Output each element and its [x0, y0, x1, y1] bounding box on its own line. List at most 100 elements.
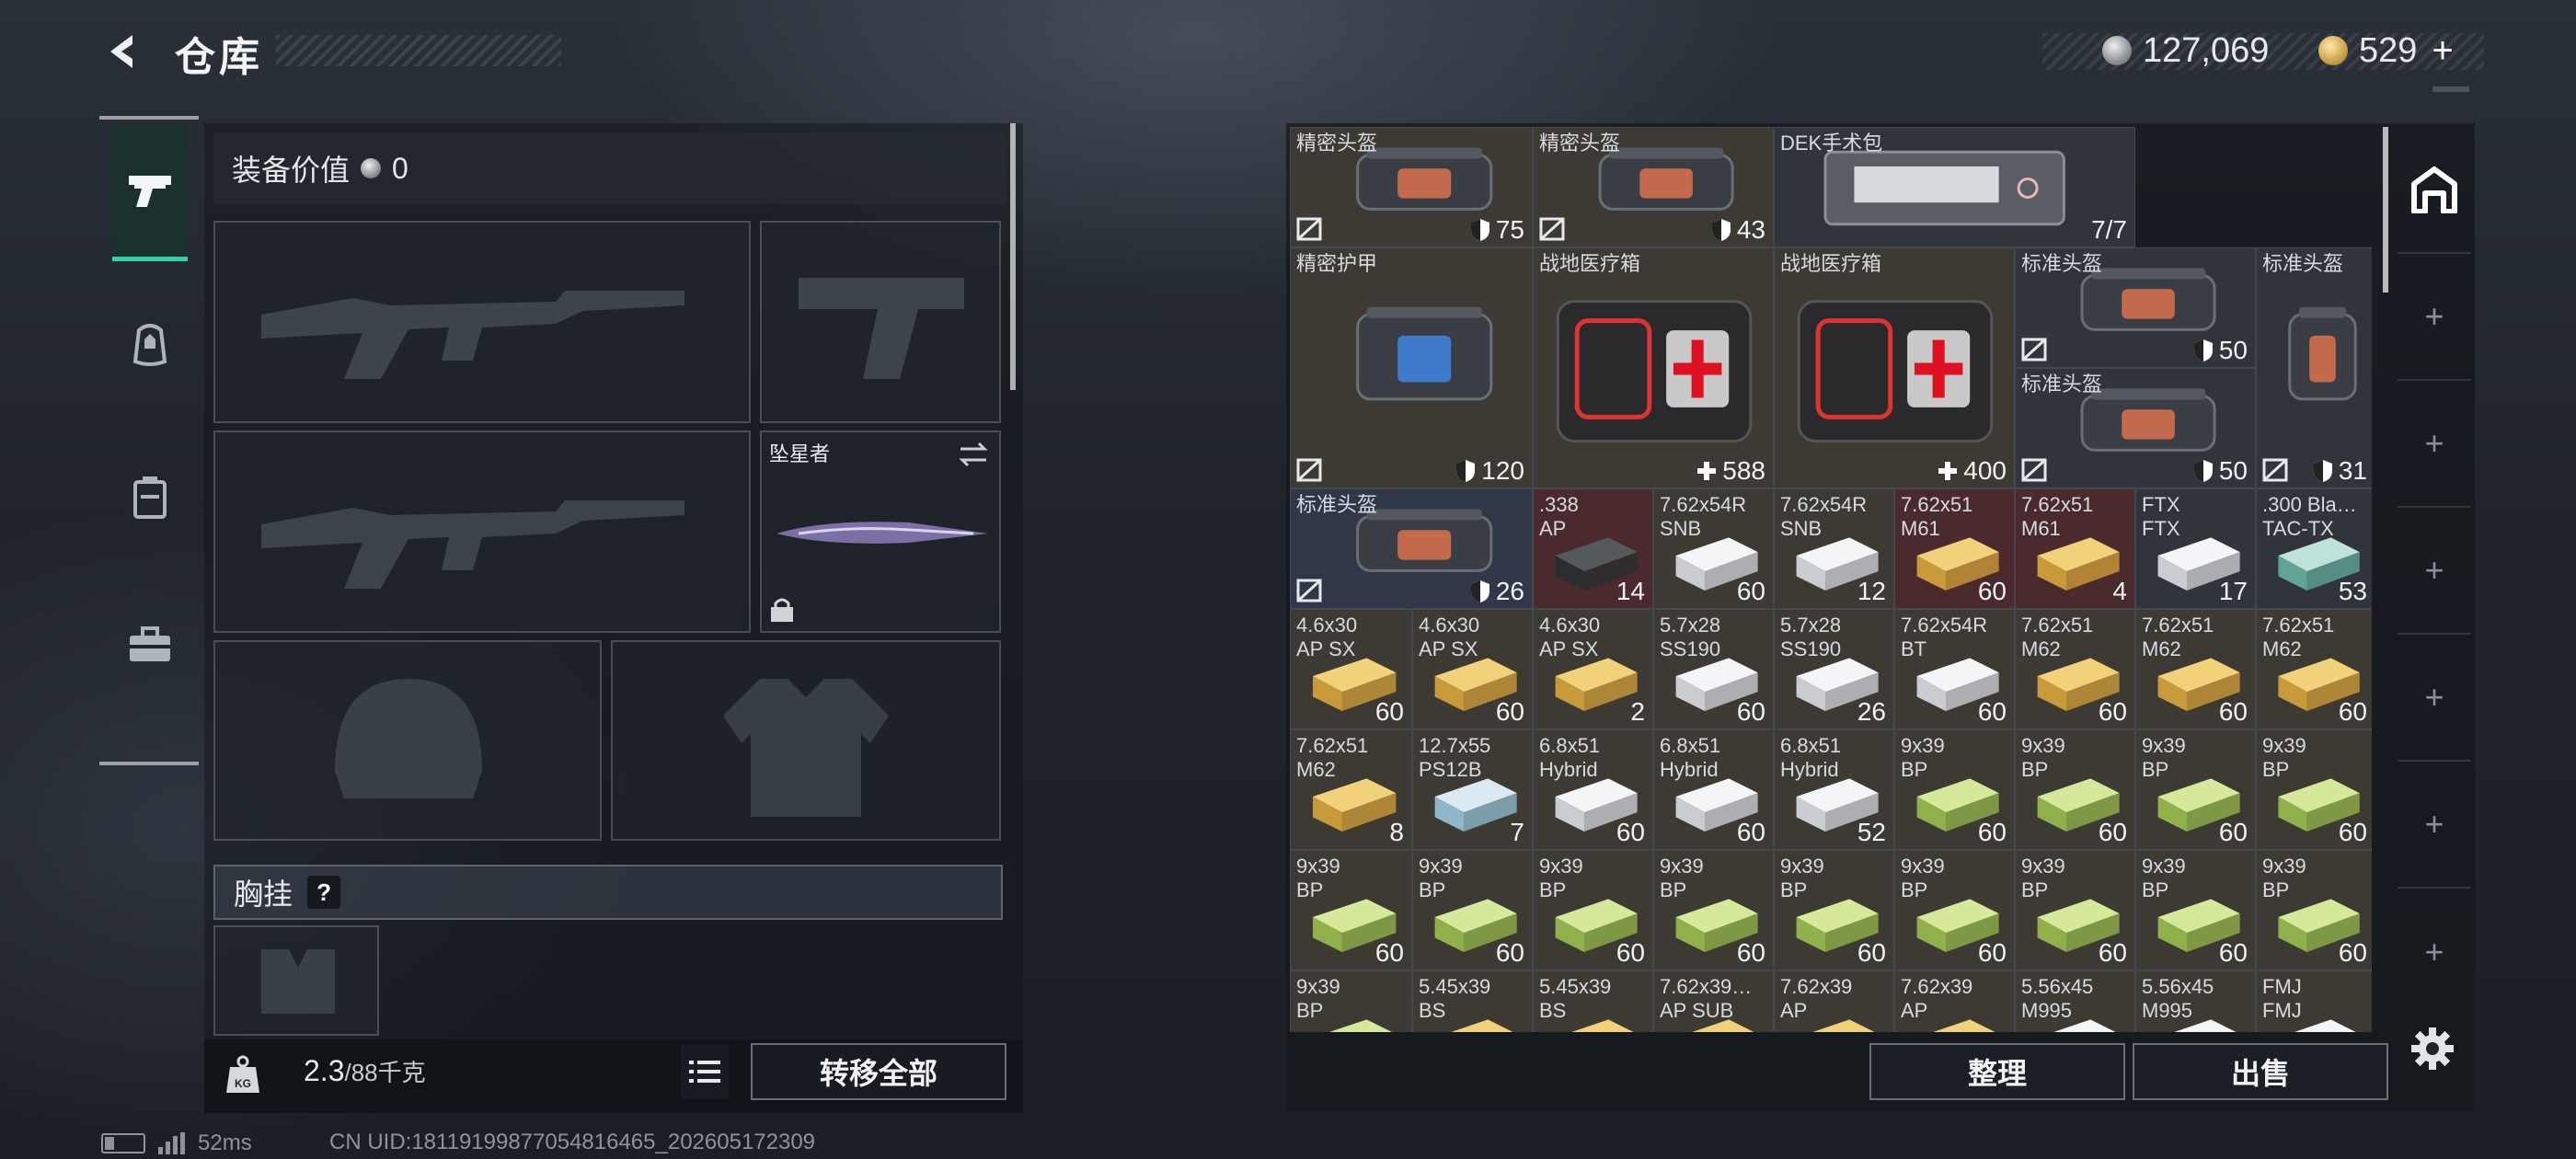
transfer-all-button[interactable]: 转移全部	[751, 1043, 1006, 1100]
stash-item[interactable]: 标准头盔 31	[2256, 247, 2372, 488]
stash-item[interactable]: 战地医疗箱 400	[1774, 247, 2015, 488]
stash-item[interactable]: DEK手术包 7/7	[1774, 127, 2135, 247]
equipment-scrollbar[interactable]	[1010, 123, 1016, 390]
stash-item[interactable]: FTX FTX 17	[2135, 488, 2256, 609]
equipment-value-header: 装备价值 0	[213, 132, 1006, 204]
stash-item[interactable]: .338 AP 14	[1533, 488, 1653, 609]
settings-button[interactable]	[2407, 1023, 2458, 1074]
stash-item[interactable]: 5.45x39 BS	[1412, 970, 1533, 1032]
tab-stash-add-5[interactable]: +	[2398, 762, 2471, 889]
stash-item[interactable]: 9x39 BP 60	[1774, 850, 1894, 970]
tab-stash-add-3[interactable]: +	[2398, 508, 2471, 635]
stash-item[interactable]: 7.62x39 AP	[1774, 970, 1894, 1032]
chest-rig-slot[interactable]	[213, 925, 379, 1036]
stash-item[interactable]: 6.8x51 Hybrid 60	[1533, 729, 1653, 850]
stash-item[interactable]: 6.8x51 Hybrid 60	[1653, 729, 1774, 850]
back-button[interactable]	[99, 28, 147, 75]
secondary-weapon-slot[interactable]	[213, 430, 751, 633]
tab-stash-main[interactable]	[2398, 127, 2471, 254]
item-name: 5.7x28 SS190	[1780, 614, 1842, 660]
swap-arrows-icon[interactable]	[957, 440, 990, 469]
stash-item[interactable]: 战地医疗箱 588	[1533, 247, 1774, 488]
stash-item[interactable]: 9x39 BP 60	[2256, 850, 2372, 970]
list-view-button[interactable]	[681, 1045, 729, 1098]
stash-item[interactable]: 精密头盔 75	[1290, 127, 1533, 247]
stash-item[interactable]: 9x39 BP 60	[1533, 850, 1653, 970]
stash-item[interactable]: 标准头盔 26	[1290, 488, 1533, 609]
stash-item[interactable]: 9x39 BP 60	[2135, 850, 2256, 970]
silver-amount: 127,069	[2143, 30, 2270, 70]
stash-scrollbar[interactable]	[2383, 127, 2388, 293]
gold-currency[interactable]: 529 +	[2318, 28, 2454, 74]
stash-item[interactable]: 9x39 BP 60	[1894, 850, 2015, 970]
item-name: 7.62x51 M62	[2262, 614, 2335, 660]
stash-item[interactable]: 4.6x30 AP SX 2	[1533, 609, 1653, 729]
stash-item[interactable]: 7.62x54R SNB 60	[1653, 488, 1774, 609]
item-name: 9x39 BP	[1419, 855, 1463, 901]
item-name: 7.62x39 AP	[1780, 975, 1853, 1022]
helmet-slot[interactable]	[213, 640, 602, 841]
add-currency-button[interactable]: +	[2432, 30, 2453, 72]
stash-item[interactable]: 9x39 BP 60	[1290, 850, 1412, 970]
stash-item[interactable]: 9x39 BP 60	[2015, 850, 2135, 970]
stash-item[interactable]: 9x39 BP 60	[1894, 729, 2015, 850]
stash-item[interactable]: 4.6x30 AP SX 60	[1290, 609, 1412, 729]
stash-item[interactable]: 9x39 BP 60	[1412, 850, 1533, 970]
stash-item[interactable]: 5.56x45 M995	[2015, 970, 2135, 1032]
stash-item[interactable]: 标准头盔 50	[2015, 368, 2256, 488]
stash-item[interactable]: 5.45x39 BS	[1533, 970, 1653, 1032]
stash-item[interactable]: 7.62x39 AP	[1894, 970, 2015, 1032]
stash-item[interactable]: 7.62x54R SNB 12	[1774, 488, 1894, 609]
stash-item[interactable]: 9x39 BP 60	[1653, 850, 1774, 970]
stash-item[interactable]: 7.62x51 M61 4	[2015, 488, 2135, 609]
stash-item[interactable]: 7.62x51 M62 60	[2135, 609, 2256, 729]
stash-item[interactable]: 精密护甲 120	[1290, 247, 1533, 488]
stash-item[interactable]: 7.62x51 M62 60	[2015, 609, 2135, 729]
stash-item[interactable]: 9x39 BP 60	[2135, 729, 2256, 850]
item-count-group: 60	[1978, 938, 2007, 968]
stash-item[interactable]: 7.62x51 M62 60	[2256, 609, 2372, 729]
item-count: 60	[1857, 938, 1886, 967]
stash-item[interactable]: 12.7x55 PS12B 7	[1412, 729, 1533, 850]
stash-item[interactable]: 5.7x28 SS190 60	[1653, 609, 1774, 729]
item-count-group: 60	[1978, 577, 2007, 606]
item-count-group: 8	[1389, 818, 1404, 847]
pistol-slot[interactable]	[760, 221, 1001, 423]
stash-item[interactable]: 7.62x51 M61 60	[1894, 488, 2015, 609]
stash-item[interactable]: 9x39 BP 60	[2015, 729, 2135, 850]
stash-item[interactable]: 7.62x51 M62 8	[1290, 729, 1412, 850]
sort-button[interactable]: 整理	[1869, 1043, 2125, 1100]
stash-item[interactable]: 标准头盔 50	[2015, 247, 2256, 368]
tab-stash-add-1[interactable]: +	[2398, 254, 2471, 381]
stash-item[interactable]: 5.7x28 SS190 26	[1774, 609, 1894, 729]
tab-backpack[interactable]	[112, 274, 188, 412]
item-count: 60	[1374, 938, 1404, 967]
stash-item[interactable]: 9x39 BP 60	[2256, 729, 2372, 850]
stash-item[interactable]: 6.8x51 Hybrid 52	[1774, 729, 1894, 850]
stash-item[interactable]: 5.56x45 M995	[2135, 970, 2256, 1032]
armor-slot[interactable]	[611, 640, 1001, 841]
stash-item[interactable]: 9x39 BP	[1290, 970, 1412, 1032]
stash-tabs: + + + + + +	[2398, 127, 2471, 1028]
sell-button[interactable]: 出售	[2133, 1043, 2388, 1100]
stash-item[interactable]: 7.62x54R BT 60	[1894, 609, 2015, 729]
tab-stash-add-4[interactable]: +	[2398, 635, 2471, 762]
stash-item[interactable]: .300 Bla… TAC-TX 53	[2256, 488, 2372, 609]
primary-weapon-slot[interactable]	[213, 221, 751, 423]
item-name: 9x39 BP	[1296, 975, 1340, 1022]
tab-stash-add-6[interactable]: +	[2398, 889, 2471, 1016]
melee-slot[interactable]: 坠星者	[760, 430, 1001, 633]
stash-item[interactable]: 精密头盔 43	[1533, 127, 1774, 247]
item-name: 7.62x54R BT	[1901, 614, 1988, 660]
tab-weapons[interactable]	[112, 123, 188, 261]
item-name: 4.6x30 AP SX	[1419, 614, 1480, 660]
tab-case[interactable]	[112, 576, 188, 714]
tab-chest-rig[interactable]	[112, 429, 188, 567]
weight-icon: KG	[217, 1047, 269, 1102]
stash-item[interactable]: 4.6x30 AP SX 60	[1412, 609, 1533, 729]
tab-stash-add-2[interactable]: +	[2398, 381, 2471, 508]
plus-icon: +	[2424, 551, 2444, 589]
help-button[interactable]: ?	[307, 876, 341, 909]
stash-item[interactable]: 7.62x39… AP SUB	[1653, 970, 1774, 1032]
stash-item[interactable]: FMJ FMJ	[2256, 970, 2372, 1032]
